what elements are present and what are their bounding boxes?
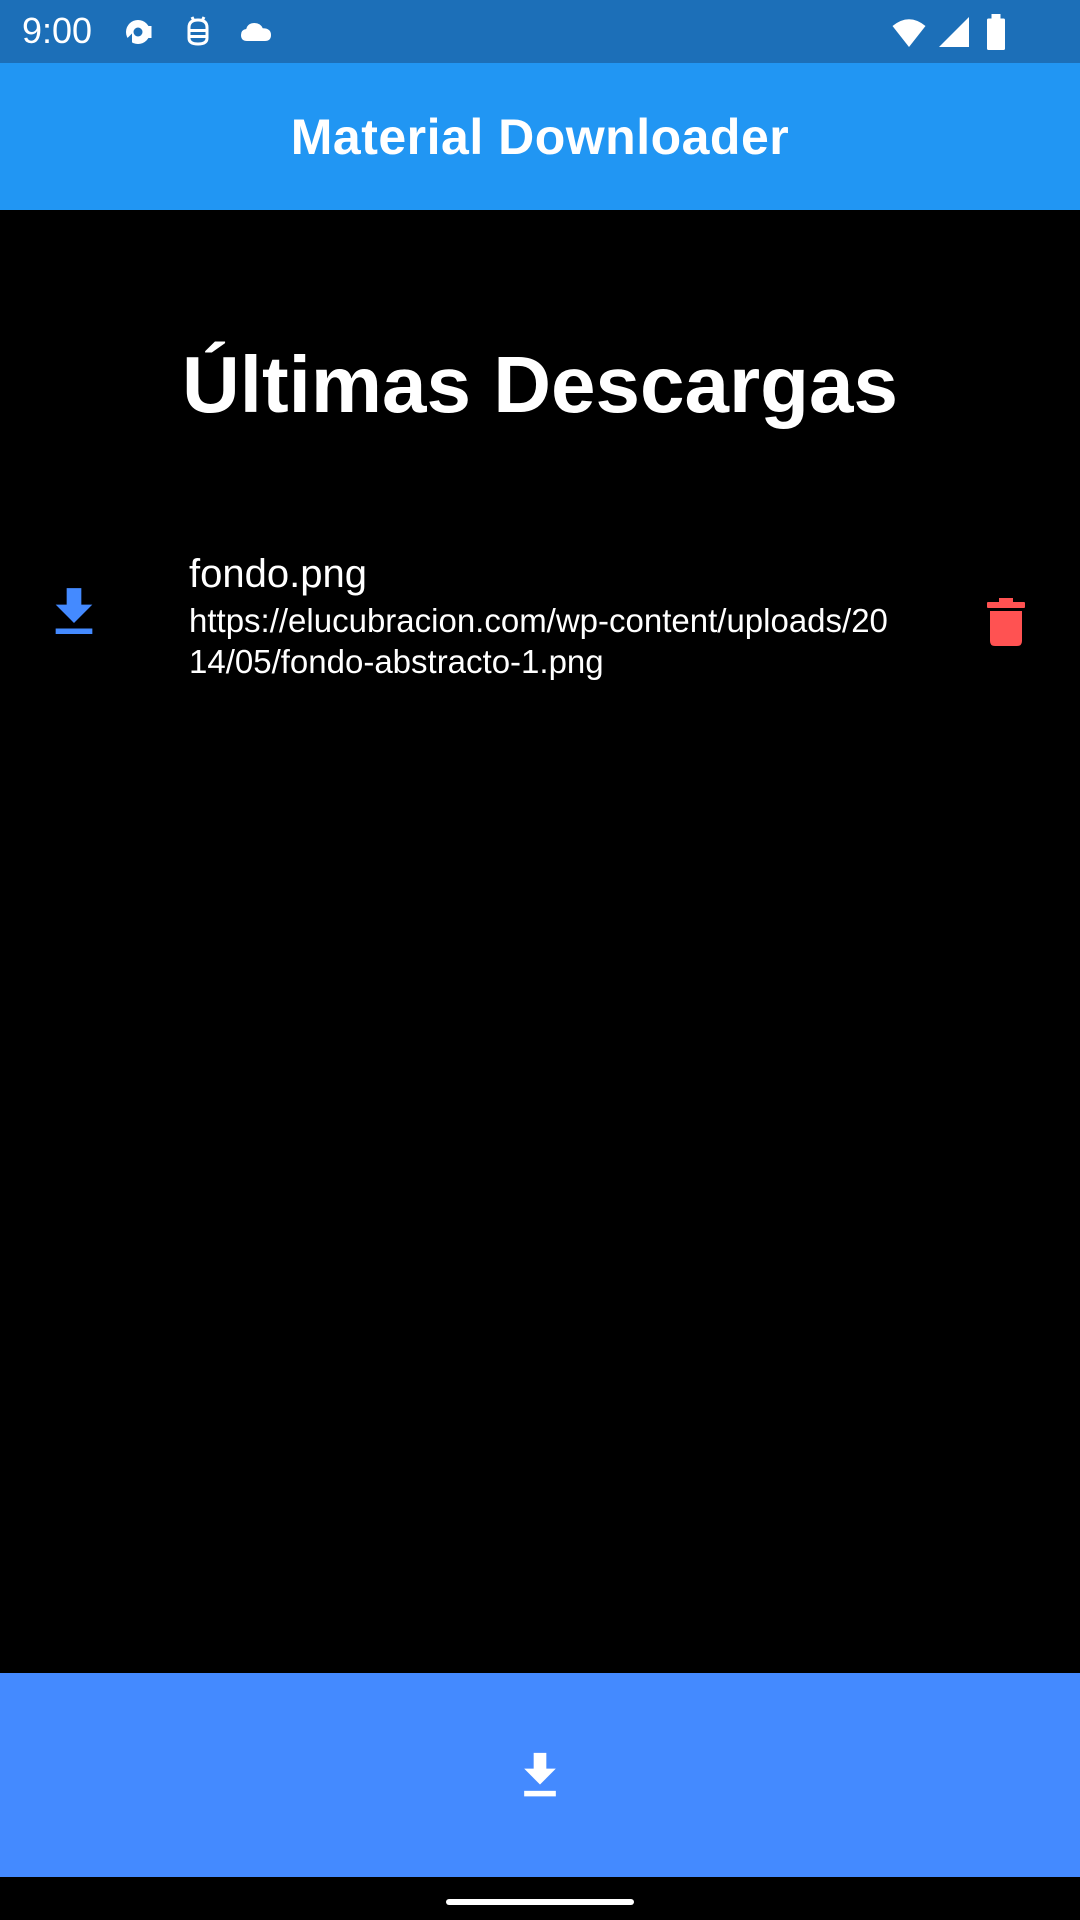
download-list-item[interactable]: fondo.png https://elucubracion.com/wp-co… bbox=[0, 540, 1080, 690]
trash-icon bbox=[987, 598, 1025, 646]
app-title: Material Downloader bbox=[290, 108, 790, 165]
gesture-nav-handle[interactable] bbox=[446, 1899, 634, 1905]
wifi-icon bbox=[892, 19, 926, 47]
download-icon bbox=[524, 1752, 556, 1797]
download-item-text: fondo.png https://elucubracion.com/wp-co… bbox=[189, 550, 949, 682]
delete-download-button[interactable] bbox=[976, 590, 1036, 654]
status-time: 9:00 bbox=[22, 10, 93, 51]
battery-icon bbox=[987, 14, 1005, 50]
app-screen: 9:00 Material Downloader Últimas Descarg… bbox=[0, 0, 1080, 1920]
app-bar: Material Downloader bbox=[0, 63, 1080, 210]
recent-downloads-heading: Últimas Descargas bbox=[182, 340, 898, 429]
android-debug-icon bbox=[187, 16, 209, 46]
cellular-signal-icon bbox=[939, 17, 969, 47]
download-icon bbox=[55, 588, 93, 634]
download-action-button[interactable] bbox=[0, 1673, 1080, 1877]
sync-notification-icon bbox=[126, 20, 152, 46]
download-item-url: https://elucubracion.com/wp-content/uplo… bbox=[189, 602, 888, 680]
status-bar: 9:00 bbox=[0, 0, 1080, 63]
download-item-title: fondo.png bbox=[189, 552, 367, 596]
cloud-icon bbox=[241, 23, 271, 41]
